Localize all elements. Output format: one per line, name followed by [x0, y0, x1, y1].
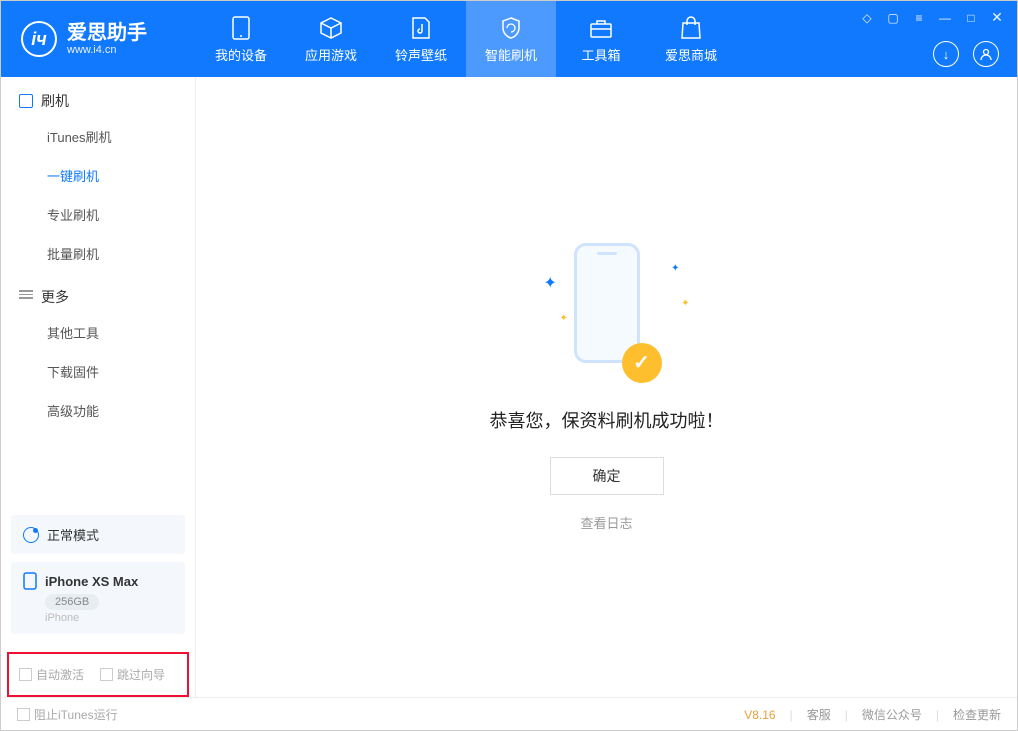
storage-badge: 256GB: [45, 594, 99, 610]
toolbox-icon: [588, 15, 614, 41]
mode-icon: [23, 527, 39, 543]
wechat-link[interactable]: 微信公众号: [862, 706, 922, 723]
tab-store[interactable]: 爱思商城: [646, 1, 736, 77]
tab-toolbox[interactable]: 工具箱: [556, 1, 646, 77]
app-title: 爱思助手: [67, 22, 147, 44]
auto-activate-checkbox[interactable]: 自动激活: [19, 666, 84, 683]
user-button[interactable]: [973, 41, 999, 67]
minimize-button[interactable]: ―: [937, 11, 953, 25]
footer: 阻止iTunes运行 V8.16 | 客服 | 微信公众号 | 检查更新: [1, 697, 1017, 731]
device-card[interactable]: iPhone XS Max 256GB iPhone: [11, 562, 185, 634]
window-controls: ◇ ▢ ≡ ― □ ✕: [859, 9, 1005, 26]
device-type: iPhone: [45, 612, 173, 624]
cube-icon: [318, 15, 344, 41]
device-small-icon: [23, 572, 37, 590]
sidebar-item-itunes-flash[interactable]: iTunes刷机: [1, 117, 195, 156]
list-icon: [19, 290, 33, 304]
tab-smart-flash[interactable]: 智能刷机: [466, 1, 556, 77]
success-illustration: ✓ ✦✦✦✦: [552, 243, 662, 383]
device-name: iPhone XS Max: [45, 574, 138, 589]
version-label: V8.16: [744, 708, 775, 722]
close-button[interactable]: ✕: [989, 9, 1005, 26]
bag-icon: [678, 15, 704, 41]
section-flash: 刷机: [1, 77, 195, 117]
music-file-icon: [408, 15, 434, 41]
phone-small-icon: [19, 94, 33, 108]
maximize-button[interactable]: □: [963, 11, 979, 25]
check-badge-icon: ✓: [622, 343, 662, 383]
download-button[interactable]: ↓: [933, 41, 959, 67]
support-link[interactable]: 客服: [807, 706, 831, 723]
mode-label: 正常模式: [47, 525, 99, 544]
sidebar-item-pro-flash[interactable]: 专业刷机: [1, 195, 195, 234]
sidebar-item-oneclick-flash[interactable]: 一键刷机: [1, 156, 195, 195]
tab-ring-wall[interactable]: 铃声壁纸: [376, 1, 466, 77]
sidebar-item-advanced[interactable]: 高级功能: [1, 391, 195, 430]
shirt-icon[interactable]: ◇: [859, 11, 875, 25]
check-update-link[interactable]: 检查更新: [953, 706, 1001, 723]
success-message: 恭喜您，保资料刷机成功啦！: [490, 407, 724, 433]
header: iч 爱思助手 www.i4.cn 我的设备 应用游戏 铃声壁纸 智能刷机 工具…: [1, 1, 1017, 77]
ok-button[interactable]: 确定: [550, 457, 664, 495]
block-itunes-checkbox[interactable]: 阻止iTunes运行: [17, 706, 118, 723]
app-subtitle: www.i4.cn: [67, 44, 147, 56]
sidebar-item-other-tools[interactable]: 其他工具: [1, 313, 195, 352]
menu-icon[interactable]: ≡: [911, 11, 927, 25]
view-log-link[interactable]: 查看日志: [580, 513, 632, 532]
app-logo-icon: iч: [21, 21, 57, 57]
nav-tabs: 我的设备 应用游戏 铃声壁纸 智能刷机 工具箱 爱思商城: [196, 1, 736, 77]
tab-apps-games[interactable]: 应用游戏: [286, 1, 376, 77]
main-content: ✓ ✦✦✦✦ 恭喜您，保资料刷机成功啦！ 确定 查看日志: [196, 77, 1017, 697]
device-icon: [228, 15, 254, 41]
mode-card[interactable]: 正常模式: [11, 515, 185, 554]
sidebar-item-batch-flash[interactable]: 批量刷机: [1, 234, 195, 273]
shield-refresh-icon: [498, 15, 524, 41]
tab-my-device[interactable]: 我的设备: [196, 1, 286, 77]
sidebar-item-download-fw[interactable]: 下载固件: [1, 352, 195, 391]
section-more: 更多: [1, 273, 195, 313]
options-box: 自动激活 跳过向导: [7, 652, 189, 697]
skip-guide-checkbox[interactable]: 跳过向导: [100, 666, 165, 683]
logo-area: iч 爱思助手 www.i4.cn: [1, 21, 196, 57]
sidebar: 刷机 iTunes刷机 一键刷机 专业刷机 批量刷机 更多 其他工具 下载固件 …: [1, 77, 196, 697]
note-icon[interactable]: ▢: [885, 11, 901, 25]
